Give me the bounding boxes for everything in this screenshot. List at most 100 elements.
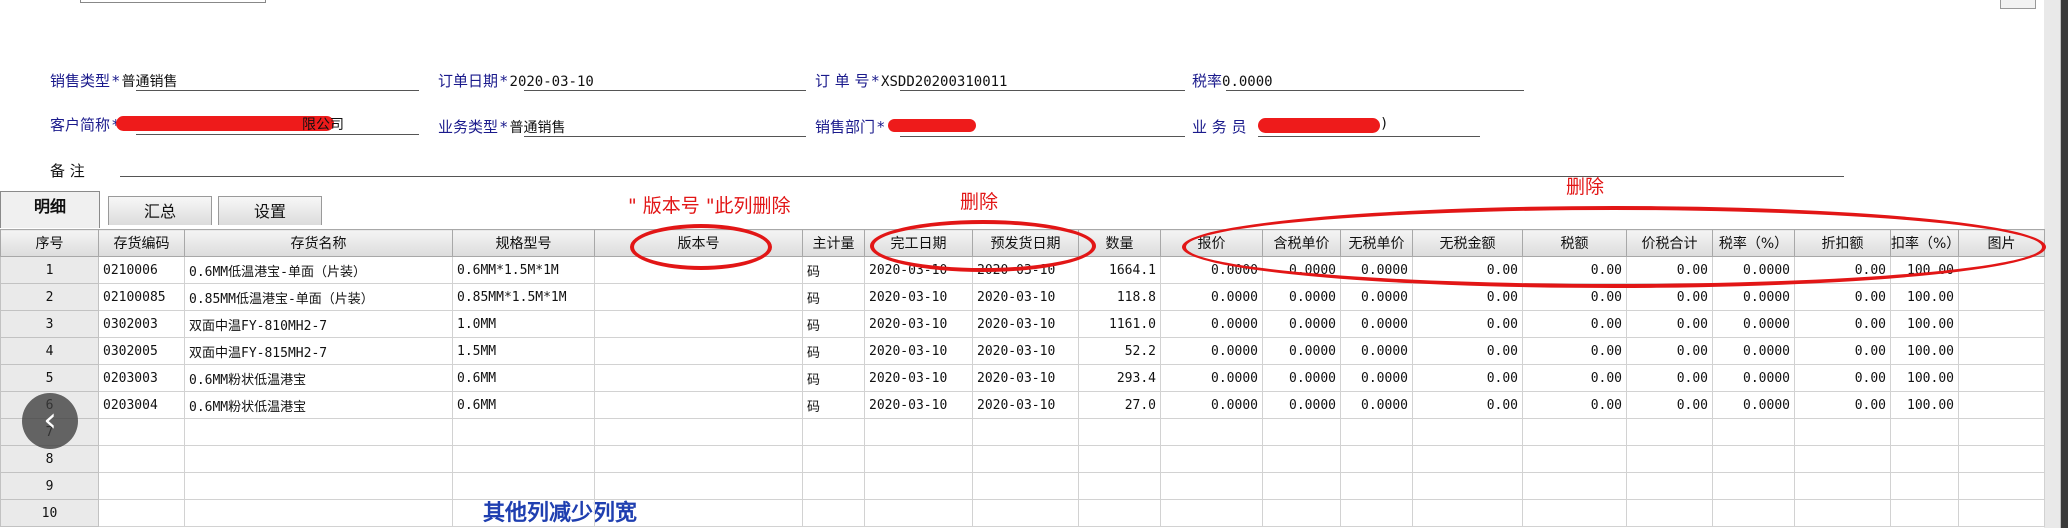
table-cell[interactable] — [1626, 472, 1713, 500]
table-cell[interactable] — [98, 472, 185, 500]
table-cell[interactable] — [594, 499, 803, 527]
table-cell[interactable]: 1.0MM — [452, 310, 595, 338]
table-cell[interactable]: 码 — [802, 337, 865, 365]
table-cell[interactable] — [1412, 418, 1523, 446]
table-cell[interactable]: 52.2 — [1078, 337, 1161, 365]
table-cell[interactable] — [1522, 499, 1627, 527]
table-cell[interactable]: 0.00 — [1626, 391, 1713, 419]
table-cell[interactable]: 0.0000 — [1712, 283, 1795, 311]
table-cell[interactable]: 码 — [802, 391, 865, 419]
table-cell[interactable]: 0.00 — [1794, 364, 1891, 392]
table-cell[interactable]: 0.00 — [1626, 337, 1713, 365]
table-cell[interactable]: 1664.1 — [1078, 256, 1161, 284]
salesman-value-tail[interactable]: ) — [1380, 114, 1388, 132]
table-cell[interactable] — [1958, 499, 2045, 527]
table-cell[interactable]: 0.00 — [1794, 391, 1891, 419]
table-cell[interactable] — [98, 445, 185, 473]
tab-summary[interactable]: 汇总 — [108, 196, 212, 225]
table-cell[interactable] — [1160, 418, 1263, 446]
column-header[interactable]: 存货名称 — [184, 229, 453, 257]
table-cell[interactable] — [1412, 499, 1523, 527]
table-cell[interactable] — [1078, 418, 1161, 446]
table-cell[interactable]: 0203003 — [98, 364, 185, 392]
order-no-value[interactable]: XSDD20200310011 — [881, 74, 1007, 90]
table-cell[interactable] — [1890, 472, 1959, 500]
table-cell[interactable] — [802, 418, 865, 446]
table-cell[interactable]: 0.0000 — [1262, 337, 1341, 365]
table-cell[interactable]: 100.00 — [1890, 337, 1959, 365]
table-cell[interactable] — [1160, 445, 1263, 473]
table-cell[interactable]: 0.00 — [1412, 364, 1523, 392]
table-cell[interactable] — [864, 472, 973, 500]
table-cell[interactable] — [1958, 310, 2045, 338]
table-cell[interactable] — [1078, 472, 1161, 500]
table-cell[interactable] — [1958, 364, 2045, 392]
table-cell[interactable] — [1078, 445, 1161, 473]
table-cell[interactable] — [972, 499, 1079, 527]
table-row[interactable]: 9 — [0, 472, 2045, 500]
table-cell[interactable]: 0.0000 — [1160, 337, 1263, 365]
table-cell[interactable] — [1958, 337, 2045, 365]
table-cell[interactable] — [1712, 472, 1795, 500]
table-cell[interactable] — [1340, 418, 1413, 446]
table-cell[interactable] — [594, 391, 803, 419]
table-cell[interactable]: 0.0000 — [1262, 391, 1341, 419]
table-cell[interactable]: 27.0 — [1078, 391, 1161, 419]
table-cell[interactable] — [802, 472, 865, 500]
table-cell[interactable] — [1958, 283, 2045, 311]
table-cell[interactable]: 0.0000 — [1262, 283, 1341, 311]
table-cell[interactable]: 双面中温FY-815MH2-7 — [184, 337, 453, 365]
table-cell[interactable] — [1340, 445, 1413, 473]
table-cell[interactable] — [594, 364, 803, 392]
table-cell[interactable] — [1890, 445, 1959, 473]
table-cell[interactable] — [1522, 445, 1627, 473]
table-cell[interactable]: 码 — [802, 364, 865, 392]
table-cell[interactable] — [594, 418, 803, 446]
table-cell[interactable] — [802, 499, 865, 527]
table-cell[interactable]: 0.0000 — [1160, 364, 1263, 392]
table-cell[interactable]: 100.00 — [1890, 283, 1959, 311]
table-cell[interactable] — [594, 310, 803, 338]
table-cell[interactable]: 0.00 — [1412, 283, 1523, 311]
table-cell[interactable]: 0.00 — [1412, 310, 1523, 338]
table-cell[interactable]: 0302003 — [98, 310, 185, 338]
table-cell[interactable] — [594, 337, 803, 365]
table-cell[interactable]: 0.6MM — [452, 391, 595, 419]
table-cell[interactable] — [1412, 445, 1523, 473]
table-row[interactable]: 10 — [0, 499, 2045, 527]
table-row[interactable]: 8 — [0, 445, 2045, 473]
table-cell[interactable]: 0.85MM*1.5M*1M — [452, 283, 595, 311]
table-row[interactable]: 602030040.6MM粉状低温港宝0.6MM码2020-03-102020-… — [0, 391, 2045, 419]
table-cell[interactable] — [452, 418, 595, 446]
table-cell[interactable]: 0.00 — [1626, 310, 1713, 338]
table-cell[interactable] — [1160, 499, 1263, 527]
table-cell[interactable]: 0.00 — [1794, 310, 1891, 338]
column-header[interactable]: 主计量 — [802, 229, 865, 257]
table-cell[interactable]: 2020-03-10 — [972, 283, 1079, 311]
table-cell[interactable]: 0.6MM粉状低温港宝 — [184, 391, 453, 419]
table-cell[interactable]: 0203004 — [98, 391, 185, 419]
table-cell[interactable] — [864, 418, 973, 446]
table-cell[interactable]: 0.0000 — [1712, 337, 1795, 365]
table-cell[interactable]: 2020-03-10 — [864, 310, 973, 338]
table-cell[interactable] — [1958, 391, 2045, 419]
table-cell[interactable] — [184, 418, 453, 446]
table-cell[interactable] — [1160, 472, 1263, 500]
table-cell[interactable] — [1522, 418, 1627, 446]
table-cell[interactable]: 0.00 — [1522, 391, 1627, 419]
salesman-value[interactable]: ) — [1380, 116, 1388, 132]
tab-settings[interactable]: 设置 — [218, 196, 322, 225]
table-row[interactable]: 4 0302005 双面中温FY-815MH2-7 1.5MM 码 2020-03-10 2… — [0, 337, 2045, 365]
tab-detail[interactable]: 明细 — [0, 191, 100, 228]
table-cell[interactable]: 0.0000 — [1340, 283, 1413, 311]
table-cell[interactable] — [1958, 472, 2045, 500]
table-cell[interactable]: 0.00 — [1412, 391, 1523, 419]
table-cell[interactable] — [1890, 499, 1959, 527]
table-cell[interactable] — [1412, 472, 1523, 500]
table-cell[interactable]: 2020-03-10 — [972, 337, 1079, 365]
table-cell[interactable] — [594, 445, 803, 473]
tax-rate-value[interactable]: 0.0000 — [1222, 74, 1273, 90]
table-cell[interactable]: 293.4 — [1078, 364, 1161, 392]
table-cell[interactable] — [1712, 499, 1795, 527]
table-cell[interactable] — [184, 499, 453, 527]
